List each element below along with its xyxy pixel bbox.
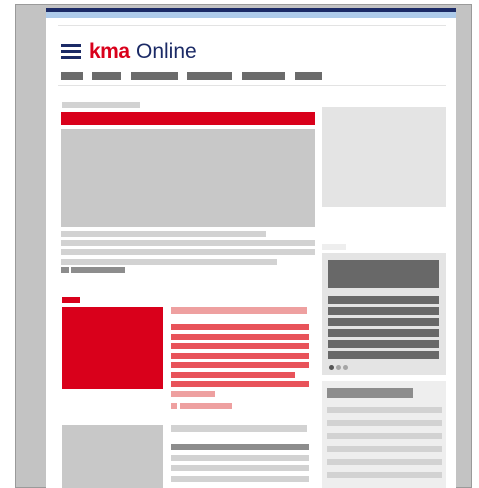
sidebar-widget-2-line[interactable] [327,407,442,413]
lead-kicker-placeholder [62,102,140,108]
teaser-headline-line[interactable] [171,381,309,387]
teaser-headline-line[interactable] [171,343,309,349]
lead-text-line [61,231,266,237]
carousel-dot[interactable] [336,365,341,370]
teaser-headline-line[interactable] [171,324,309,330]
teaser-kicker [171,307,307,314]
teaser-image-grey[interactable] [62,425,163,488]
teaser-text-line [171,391,215,397]
sidebar-widget-1-line[interactable] [328,318,439,326]
lead-headline-bar[interactable] [61,112,315,125]
lead-meta-icon [61,267,69,273]
sidebar-widget-1-line[interactable] [328,340,439,348]
nav-item[interactable] [92,72,121,80]
teaser-grey-headline-line[interactable] [171,444,309,450]
sidebar-widget-1-line[interactable] [328,307,439,315]
teaser-grey-text-line [171,465,309,471]
carousel-dot-active[interactable] [329,365,334,370]
teaser-headline-line[interactable] [171,372,295,378]
sidebar-widget-2-line[interactable] [327,420,442,426]
sidebar-widget-1-line[interactable] [328,351,439,359]
lead-text-line [61,259,277,265]
lead-image-placeholder[interactable] [61,129,315,227]
sidebar-widget-1-line[interactable] [328,296,439,304]
logo-online[interactable]: Online [136,41,197,63]
teaser-meta-icon [171,403,177,409]
teaser-headline-line[interactable] [171,353,309,359]
nav-item[interactable] [242,72,285,80]
header-divider-top [58,25,446,26]
sidebar-widget-2-header[interactable] [327,388,413,398]
nav-item[interactable] [131,72,178,80]
nav-item[interactable] [61,72,83,80]
top-accent-bar-light [46,12,456,18]
teaser-image-red[interactable] [62,307,163,389]
teaser-grey-kicker [171,425,307,432]
logo-kma[interactable]: kma [89,41,130,63]
lead-text-line [61,240,315,246]
sidebar-widget-2-line[interactable] [327,446,442,452]
hamburger-menu-icon[interactable] [61,44,81,60]
teaser-headline-line[interactable] [171,334,309,340]
lead-text-line [61,249,315,255]
lead-meta-text [71,267,125,273]
teaser-headline-line[interactable] [171,362,309,368]
sidebar-widget-1-line[interactable] [328,329,439,337]
nav-item[interactable] [187,72,232,80]
sidebar-widget-2-line[interactable] [327,459,442,465]
sidebar-widget-2-line[interactable] [327,472,442,478]
carousel-dot[interactable] [343,365,348,370]
sidebar-ad-placeholder[interactable] [322,107,446,207]
section-kicker-red [62,297,80,303]
sidebar-widget-2-line[interactable] [327,433,442,439]
teaser-grey-text-line [171,455,309,461]
nav-item[interactable] [295,72,322,80]
teaser-grey-text-line [171,476,309,482]
sidebar-widget-label [322,244,346,250]
sidebar-widget-1-header[interactable] [328,260,439,288]
nav-divider [58,85,446,86]
teaser-meta-text [180,403,232,409]
